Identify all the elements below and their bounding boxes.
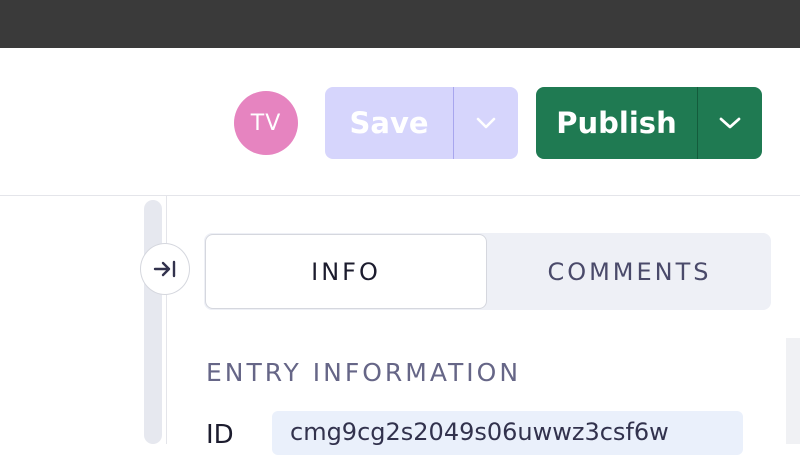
- save-button[interactable]: Save: [325, 87, 453, 159]
- collapse-right-icon: [153, 260, 176, 278]
- chevron-down-icon: [476, 117, 496, 129]
- save-options-button[interactable]: [454, 87, 518, 159]
- user-avatar[interactable]: TV: [234, 91, 298, 155]
- publish-button[interactable]: Publish: [536, 87, 697, 159]
- side-panel-scrollbar[interactable]: [144, 200, 162, 444]
- tab-comments[interactable]: COMMENTS: [488, 233, 771, 310]
- panel-divider: [166, 196, 167, 444]
- entry-information-heading: ENTRY INFORMATION: [206, 358, 522, 387]
- window-top-bar: [0, 0, 800, 48]
- tab-info[interactable]: INFO: [205, 234, 487, 309]
- panel-scrollbar[interactable]: [786, 338, 800, 444]
- avatar-initials: TV: [250, 110, 282, 136]
- id-value: cmg9cg2s2049s06uwwz3csf6w: [272, 411, 743, 455]
- save-button-group: Save: [325, 87, 518, 159]
- collapse-panel-button[interactable]: [140, 243, 190, 295]
- publish-options-button[interactable]: [698, 87, 762, 159]
- id-label: ID: [206, 420, 234, 450]
- panel-tabs: INFO COMMENTS: [204, 233, 771, 310]
- chevron-down-icon: [719, 117, 741, 129]
- publish-button-group: Publish: [536, 87, 762, 159]
